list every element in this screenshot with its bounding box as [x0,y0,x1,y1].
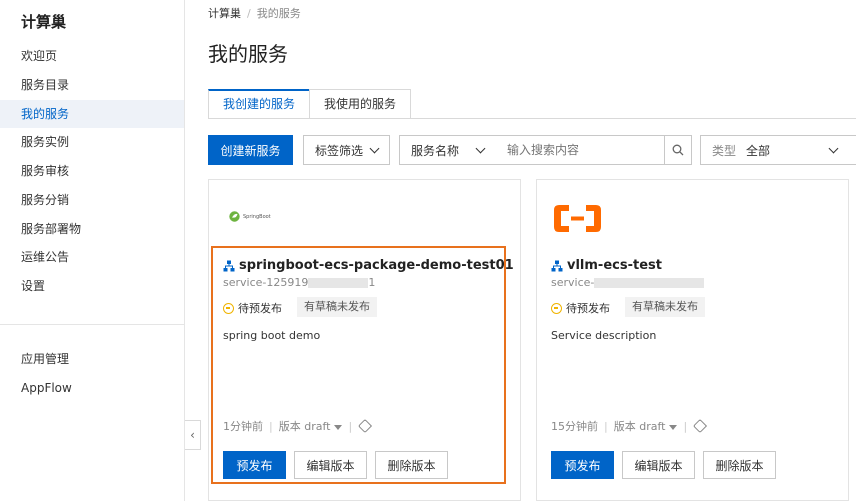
springboot-logo-text: SpringBoot [243,213,271,220]
sidebar-brand: 计算巢 [21,13,67,31]
sidebar-item-deployment-artifacts[interactable]: 服务部署物 [0,215,184,243]
sidebar-item-my-services[interactable]: 我的服务 [0,100,184,128]
chevron-down-icon [369,143,380,153]
service-id-prefix: service- [551,276,595,289]
service-id-suffix: 1 [368,276,376,289]
service-id-redacted [594,278,705,288]
caret-down-icon [334,425,343,430]
service-id: service-125919 1 [223,276,375,289]
sidebar-divider [0,324,184,325]
page-title: 我的服务 [208,42,288,66]
tab-created-services[interactable]: 我创建的服务 [208,89,311,119]
springboot-logo: SpringBoot [229,211,271,222]
pre-release-button[interactable]: 预发布 [223,451,286,479]
delete-version-button[interactable]: 删除版本 [703,451,776,479]
draft-tag: 有草稿未发布 [297,297,377,317]
meta-divider: | [348,419,353,433]
sidebar-item-app-management[interactable]: 应用管理 [0,345,184,373]
version-select[interactable]: 版本 draft [614,418,678,434]
delete-version-button[interactable]: 删除版本 [375,451,448,479]
breadcrumb-separator: / [247,7,251,20]
tag-icon[interactable] [358,418,373,434]
springboot-leaf-icon [229,211,240,222]
sidebar-item-ops-announcements[interactable]: 运维公告 [0,243,184,271]
tag-icon[interactable] [693,418,708,434]
chevron-down-icon [475,143,486,153]
tag-filter-label: 标签筛选 [314,143,363,158]
service-description: spring boot demo [223,329,321,342]
sidebar-collapse-button[interactable]: ‹ [185,420,201,450]
edit-version-button[interactable]: 编辑版本 [622,451,695,479]
type-filter-select[interactable]: 类型 全部 [700,135,856,165]
card-meta: 15分钟前 | 版本 draft | [551,418,708,434]
tab-bar: 我创建的服务 我使用的服务 [208,89,412,119]
status-text: 待预发布 [238,302,282,315]
meta-divider: | [604,419,608,433]
pending-icon [551,302,562,314]
edit-version-button[interactable]: 编辑版本 [294,451,367,479]
chevron-down-icon [828,143,839,153]
pending-icon [223,302,234,314]
sidebar-item-service-catalog[interactable]: 服务目录 [0,71,184,99]
status-badge: 待预发布 [223,300,282,316]
breadcrumb-root[interactable]: 计算巢 [208,7,241,20]
service-structure-icon [551,260,563,271]
tab-used-services[interactable]: 我使用的服务 [309,89,412,119]
chevron-left-icon: ‹ [190,428,195,442]
sidebar-item-settings[interactable]: 设置 [0,272,184,300]
service-name[interactable]: springboot-ecs-package-demo-test01 [223,258,514,273]
service-id-prefix: service-125919 [223,276,309,289]
status-badge: 待预发布 [551,300,610,316]
type-filter-label: 类型 [712,143,737,158]
sidebar: 计算巢 欢迎页 服务目录 我的服务 服务实例 服务审核 服务分销 服务部署物 运… [0,0,185,501]
caret-down-icon [669,425,678,430]
tab-underline [208,118,856,119]
search-icon [672,144,684,156]
service-id-redacted [308,278,369,288]
sidebar-item-service-review[interactable]: 服务审核 [0,157,184,185]
service-name-text: vllm-ecs-test [567,258,662,273]
pre-release-button[interactable]: 预发布 [551,451,614,479]
service-name[interactable]: vllm-ecs-test [551,258,662,273]
update-time: 15分钟前 [551,420,598,433]
service-name-text: springboot-ecs-package-demo-test01 [239,258,514,273]
search-input[interactable] [495,135,665,165]
meta-divider: | [683,419,688,433]
version-label: 版本 draft [278,420,331,433]
search-field-select[interactable]: 服务名称 [399,135,496,165]
meta-divider: | [269,419,273,433]
tag-filter-button[interactable]: 标签筛选 [303,135,390,165]
service-id: service- [551,276,705,289]
status-text: 待预发布 [566,302,610,315]
sidebar-item-service-instances[interactable]: 服务实例 [0,128,184,156]
draft-tag: 有草稿未发布 [625,297,705,317]
aliyun-logo-icon [554,205,601,232]
sidebar-item-service-distribution[interactable]: 服务分销 [0,186,184,214]
breadcrumb: 计算巢 / 我的服务 [208,5,301,21]
service-description: Service description [551,329,657,342]
version-select[interactable]: 版本 draft [279,418,343,434]
update-time: 1分钟前 [223,420,263,433]
sidebar-item-welcome[interactable]: 欢迎页 [0,42,184,70]
sidebar-item-appflow[interactable]: AppFlow [0,374,184,402]
search-button[interactable] [664,135,692,165]
create-service-button[interactable]: 创建新服务 [208,135,293,165]
version-label: 版本 draft [613,420,666,433]
service-structure-icon [223,260,235,271]
breadcrumb-current: 我的服务 [256,7,301,20]
search-field-value: 服务名称 [411,143,460,158]
type-filter-value: 全部 [746,143,771,158]
card-meta: 1分钟前 | 版本 draft | [223,418,373,434]
